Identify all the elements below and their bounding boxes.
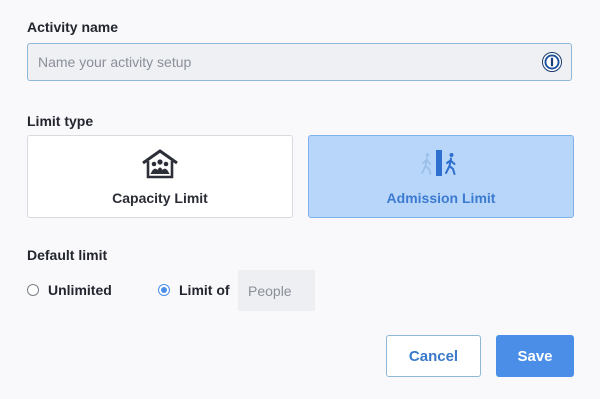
unlimited-radio[interactable]	[27, 284, 39, 296]
save-button[interactable]: Save	[496, 335, 574, 377]
people-limit-input[interactable]	[238, 270, 315, 311]
unlimited-option-label: Unlimited	[48, 282, 112, 298]
admission-limit-label: Admission Limit	[386, 190, 496, 206]
cancel-button[interactable]: Cancel	[386, 335, 481, 377]
activity-name-field[interactable]	[27, 43, 572, 81]
password-manager-icon[interactable]	[542, 52, 562, 72]
default-limit-label: Default limit	[27, 247, 108, 263]
limit-type-label: Limit type	[27, 113, 94, 129]
capacity-house-icon	[142, 149, 178, 179]
capacity-limit-label: Capacity Limit	[112, 190, 208, 206]
limit-of-radio[interactable]	[158, 284, 170, 296]
admission-walk-icon	[421, 150, 456, 176]
capacity-limit-card[interactable]: Capacity Limit	[27, 135, 293, 218]
admission-limit-card[interactable]: Admission Limit	[308, 135, 574, 218]
activity-name-input[interactable]	[28, 44, 528, 80]
unlimited-option[interactable]: Unlimited	[27, 282, 112, 298]
limit-of-option-label: Limit of	[179, 282, 230, 298]
limit-of-option[interactable]: Limit of	[158, 282, 230, 298]
activity-name-label: Activity name	[27, 19, 119, 35]
